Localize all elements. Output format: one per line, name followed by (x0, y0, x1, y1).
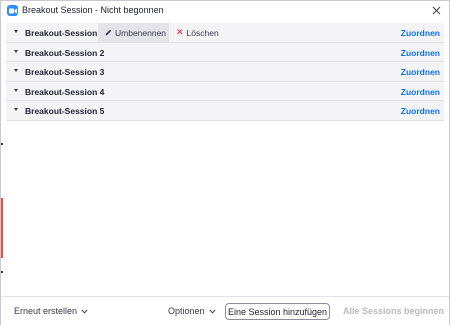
delete-label: Löschen (186, 27, 219, 38)
window-title: Breakout Session - Nicht begonnen (22, 5, 164, 15)
assign-link[interactable]: Zuordnen (401, 106, 440, 116)
session-name: Breakout-Session 4 (25, 86, 105, 97)
expand-caret-icon[interactable] (14, 69, 18, 72)
assign-link[interactable]: Zuordnen (401, 28, 440, 38)
rename-button[interactable]: Umbenennen (98, 23, 169, 42)
options-label: Optionen (168, 306, 205, 316)
footer-bar: Erneut erstellen Optionen Eine Session h… (1, 296, 449, 325)
expand-caret-icon[interactable] (14, 108, 18, 111)
chevron-down-icon (81, 309, 88, 314)
session-row-3[interactable]: Breakout-Session 3 Zuordnen (6, 62, 444, 82)
session-row-5[interactable]: Breakout-Session 5 Zuordnen (6, 101, 444, 121)
assign-link[interactable]: Zuordnen (401, 67, 440, 77)
session-row-2[interactable]: Breakout-Session 2 Zuordnen (6, 42, 444, 62)
expand-caret-icon[interactable] (14, 88, 18, 92)
chevron-down-icon (208, 309, 216, 314)
recreate-label: Erneut erstellen (14, 306, 78, 316)
open-all-sessions-button[interactable]: Alle Sessions beginnen (343, 306, 444, 316)
session-row-1[interactable]: Breakout-Session 1 Umbenennen ✕ Löschen … (6, 23, 444, 43)
delete-button[interactable]: ✕ Löschen (174, 23, 224, 42)
session-name: Breakout-Session 3 (25, 67, 105, 77)
expand-caret-icon[interactable] (14, 30, 18, 33)
edge-marker (1, 143, 3, 145)
add-session-button[interactable]: Eine Session hinzufügen (225, 303, 330, 320)
title-bar: Breakout Session - Nicht begonnen (1, 1, 449, 21)
close-icon[interactable] (430, 4, 443, 17)
rename-label: Umbenennen (115, 27, 167, 38)
pencil-icon (105, 29, 112, 36)
delete-x-icon: ✕ (176, 27, 184, 37)
breakout-session-window: Breakout Session - Nicht begonnen Breako… (0, 0, 450, 325)
session-list: Breakout-Session 1 Umbenennen ✕ Löschen … (6, 23, 444, 121)
zoom-app-icon (7, 5, 18, 16)
assign-link[interactable]: Zuordnen (401, 48, 440, 58)
session-name: Breakout-Session 2 (25, 47, 105, 58)
assign-link[interactable]: Zuordnen (401, 87, 440, 97)
session-row-4[interactable]: Breakout-Session 4 Zuordnen (6, 81, 444, 101)
edge-accent-bar (1, 198, 3, 258)
session-name: Breakout-Session 1 (25, 28, 105, 38)
recreate-dropdown[interactable]: Erneut erstellen (14, 306, 88, 316)
options-dropdown[interactable]: Optionen (168, 306, 216, 316)
expand-caret-icon[interactable] (14, 49, 18, 53)
session-name: Breakout-Session 5 (25, 106, 105, 116)
edge-marker (1, 271, 3, 273)
